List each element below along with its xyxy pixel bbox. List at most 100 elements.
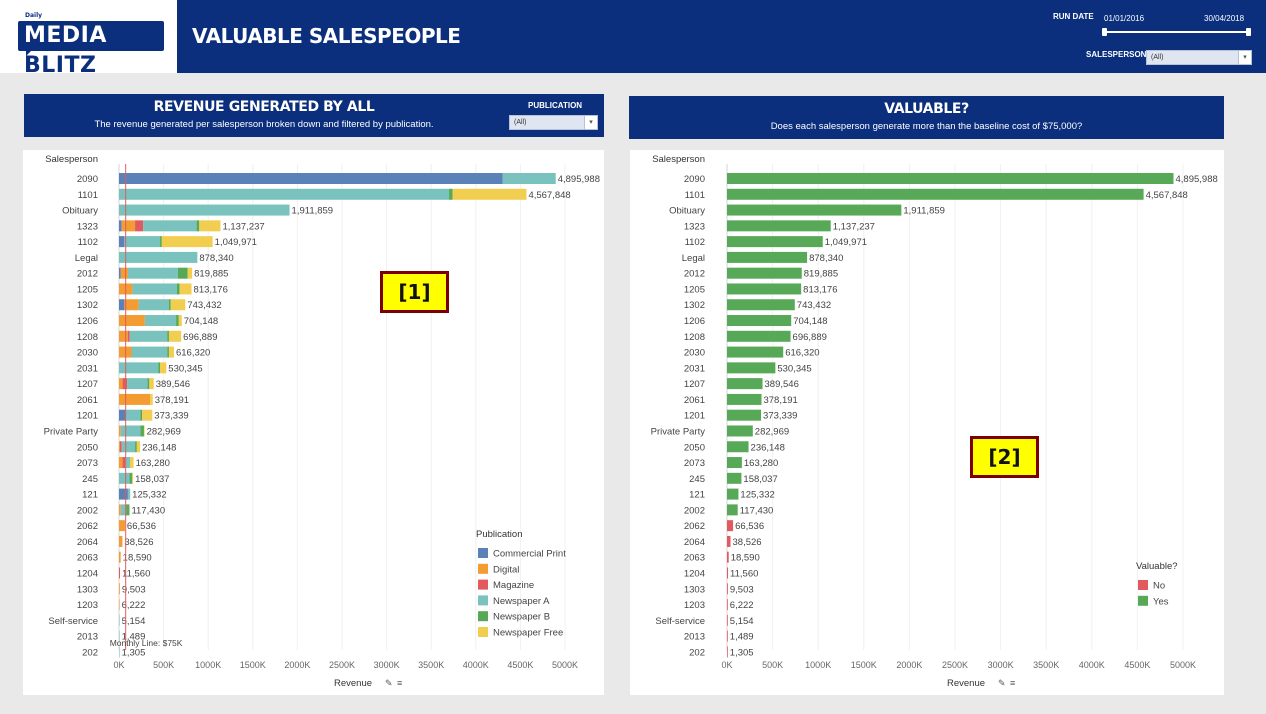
bar-value-label: 66,536 bbox=[127, 521, 156, 532]
bar bbox=[727, 362, 776, 374]
bar-segment bbox=[127, 378, 148, 390]
legend-label: No bbox=[1153, 581, 1165, 592]
category-label: 1102 bbox=[685, 237, 705, 248]
revenue-panel-header: REVENUE GENERATED BY ALL The revenue gen… bbox=[24, 94, 604, 137]
bar-value-label: 819,885 bbox=[194, 269, 228, 280]
bar bbox=[727, 551, 729, 563]
bar-segment bbox=[119, 378, 123, 390]
bar bbox=[727, 315, 792, 327]
bar-value-label: 4,895,988 bbox=[558, 174, 600, 185]
legend-swatch bbox=[1138, 595, 1148, 606]
bar-value-label: 158,037 bbox=[743, 474, 777, 485]
publication-dropdown[interactable]: (All) ▾ bbox=[509, 115, 598, 130]
legend-label: Digital bbox=[493, 564, 519, 575]
bar-segment bbox=[119, 251, 198, 263]
legend-title: Publication bbox=[476, 529, 522, 540]
bar-segment bbox=[176, 315, 179, 327]
category-label: 1204 bbox=[77, 569, 98, 580]
bar-segment bbox=[119, 315, 145, 327]
bar-value-label: 530,345 bbox=[777, 363, 811, 374]
valuable-panel-subtitle: Does each salesperson generate more than… bbox=[770, 121, 1083, 132]
bar-value-label: 616,320 bbox=[176, 348, 210, 359]
bar-segment bbox=[136, 441, 141, 453]
bar-value-label: 1,049,971 bbox=[825, 237, 867, 248]
bar bbox=[727, 504, 738, 516]
run-date-start: 01/01/2016 bbox=[1104, 14, 1145, 23]
bar-segment bbox=[120, 267, 128, 279]
bar-value-label: 1,137,237 bbox=[833, 221, 875, 232]
bar-segment bbox=[124, 236, 161, 248]
category-label: 1207 bbox=[77, 379, 98, 390]
bar bbox=[727, 283, 802, 295]
category-label: Self-service bbox=[48, 616, 98, 627]
bar-segment bbox=[140, 409, 143, 421]
revenue-panel-title: REVENUE GENERATED BY ALL bbox=[153, 99, 375, 115]
salesperson-axis-title: Salesperson bbox=[45, 154, 98, 165]
bar-segment bbox=[126, 504, 130, 516]
bar-value-label: 813,176 bbox=[803, 284, 837, 295]
legend-swatch bbox=[478, 563, 488, 574]
callout-2: [2] bbox=[970, 436, 1039, 478]
bar-segment bbox=[119, 472, 130, 484]
bar-value-label: 616,320 bbox=[785, 348, 819, 359]
category-label: 1206 bbox=[684, 316, 705, 327]
bar bbox=[727, 630, 728, 642]
bar-segment bbox=[140, 425, 144, 437]
bar-segment bbox=[160, 236, 162, 248]
category-label: 2031 bbox=[77, 363, 98, 374]
bar-segment bbox=[119, 236, 125, 248]
legend-swatch bbox=[478, 579, 488, 590]
bar bbox=[727, 457, 742, 469]
bar-segment bbox=[119, 441, 120, 453]
category-label: 1206 bbox=[77, 316, 98, 327]
category-label: Self-service bbox=[655, 616, 705, 627]
bar-value-label: 743,432 bbox=[187, 300, 221, 311]
bar-segment bbox=[127, 330, 130, 342]
bar-value-label: 117,430 bbox=[740, 505, 774, 516]
legend-swatch bbox=[478, 595, 488, 606]
legend-label: Yes bbox=[1153, 596, 1169, 607]
run-date-slider-track[interactable] bbox=[1104, 31, 1250, 33]
category-label: 2050 bbox=[684, 442, 705, 453]
category-label: 1303 bbox=[684, 584, 705, 595]
category-label: 1302 bbox=[77, 300, 98, 311]
category-label: Obituary bbox=[62, 206, 98, 217]
bar-segment bbox=[119, 362, 159, 374]
bar bbox=[727, 599, 728, 611]
category-label: 245 bbox=[82, 474, 98, 485]
bar-segment bbox=[127, 488, 131, 500]
chevron-down-icon[interactable]: ▾ bbox=[584, 116, 597, 129]
bar-value-label: 66,536 bbox=[735, 521, 764, 532]
bar-value-label: 373,339 bbox=[154, 411, 188, 422]
bar-value-label: 5,154 bbox=[730, 616, 754, 627]
salesperson-filter-label: SALESPERSON bbox=[1086, 50, 1147, 59]
x-tick-label: 2000K bbox=[896, 660, 922, 670]
category-label: 2062 bbox=[77, 521, 98, 532]
run-date-slider-end-handle[interactable] bbox=[1246, 28, 1251, 36]
run-date-slider-start-handle[interactable] bbox=[1102, 28, 1107, 36]
x-tick-label: 0K bbox=[721, 660, 732, 670]
revenue-panel-subtitle: The revenue generated per salesperson br… bbox=[94, 119, 434, 130]
bar-segment bbox=[119, 220, 122, 232]
salesperson-dropdown[interactable]: (All) ▾ bbox=[1146, 50, 1252, 65]
bar-segment bbox=[119, 299, 125, 311]
category-label: 1303 bbox=[77, 584, 98, 595]
bar-value-label: 38,526 bbox=[124, 537, 153, 548]
bar-segment bbox=[135, 220, 144, 232]
bar-segment bbox=[168, 330, 182, 342]
bar-segment bbox=[158, 362, 161, 374]
legend-label: Newspaper A bbox=[493, 596, 550, 607]
category-label: 2064 bbox=[77, 537, 98, 548]
legend-swatch bbox=[478, 611, 488, 622]
reference-line-label: Monthly Line: $75K bbox=[110, 638, 183, 648]
category-label: 1323 bbox=[77, 221, 98, 232]
bar-segment bbox=[119, 646, 120, 658]
bar-segment bbox=[161, 236, 213, 248]
bar bbox=[727, 299, 795, 311]
chevron-down-icon[interactable]: ▾ bbox=[1238, 51, 1251, 64]
logo-wordmark: MEDIA BLITZ bbox=[18, 21, 164, 78]
category-label: Private Party bbox=[44, 426, 99, 437]
x-tick-label: 500K bbox=[153, 660, 174, 670]
bar-segment bbox=[119, 204, 290, 216]
category-label: 2031 bbox=[684, 363, 705, 374]
